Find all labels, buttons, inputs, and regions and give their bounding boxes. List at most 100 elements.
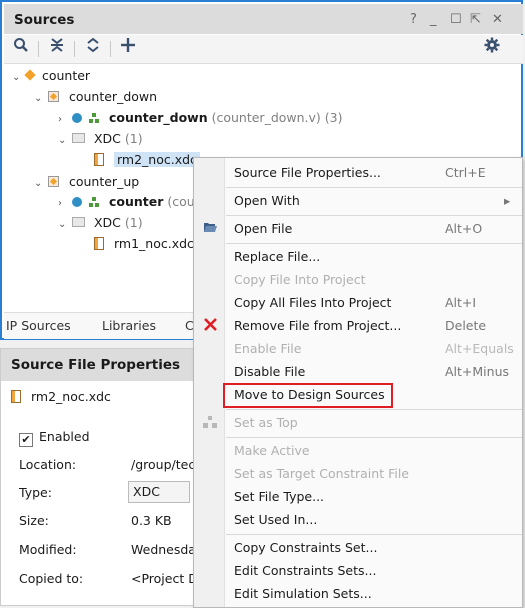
tree-row-xdc-1[interactable]: ⌄ XDC (1) xyxy=(58,129,143,149)
collapse-arrow-icon[interactable]: ⌄ xyxy=(58,131,68,151)
menu-item-source-file-properties[interactable]: Source File Properties... xyxy=(234,162,381,184)
expand-all-icon[interactable] xyxy=(82,37,104,59)
module-file: (counter_down.v) (3) xyxy=(211,110,343,125)
tree-row-counter-up-module[interactable]: › counter (coun xyxy=(58,192,203,212)
collapse-arrow-icon[interactable]: ⌄ xyxy=(58,215,68,235)
menu-shortcut: Alt+Minus xyxy=(445,364,510,379)
folder-icon xyxy=(71,217,85,227)
tree-row-counter[interactable]: ⌄ counter xyxy=(12,66,90,86)
tree-row-rm2-noc[interactable]: rm2_noc.xdc xyxy=(94,150,200,170)
copied-to-label: Copied to: xyxy=(19,571,84,586)
sources-toolbar xyxy=(4,35,523,64)
minimize-icon[interactable]: _ xyxy=(430,12,437,27)
menu-item-make-active: Make Active xyxy=(234,443,310,458)
search-icon[interactable] xyxy=(10,37,32,59)
size-value: 0.3 KB xyxy=(131,513,172,528)
size-label: Size: xyxy=(19,513,49,528)
highlight-box xyxy=(223,383,393,408)
tree-row-counter-down[interactable]: ⌄ counter_down xyxy=(34,87,157,107)
menu-separator xyxy=(226,215,522,216)
tab-libraries[interactable]: Libraries xyxy=(102,318,156,333)
tree-row-counter-up[interactable]: ⌄ counter_up xyxy=(34,172,139,192)
context-menu: Source File Properties... Ctrl+E Open Wi… xyxy=(193,157,523,608)
maximize-icon[interactable]: ☐ xyxy=(450,12,462,27)
config-icon xyxy=(47,91,59,102)
enabled-checkbox[interactable]: ✔ xyxy=(19,433,33,447)
tab-ip-sources[interactable]: IP Sources xyxy=(6,318,71,333)
menu-shortcut: Alt+O xyxy=(445,221,483,236)
design-diamond-icon xyxy=(24,69,36,81)
copied-to-value: <Project D xyxy=(131,571,198,586)
help-icon[interactable]: ? xyxy=(410,12,417,27)
collapse-arrow-icon[interactable]: ⌄ xyxy=(12,68,22,88)
module-dot-icon xyxy=(71,197,82,207)
menu-item-copy-all-files[interactable]: Copy All Files Into Project xyxy=(234,292,391,314)
location-value: /group/tec xyxy=(131,457,196,472)
expand-arrow-icon[interactable]: › xyxy=(58,194,68,214)
tree-row-xdc-2[interactable]: ⌄ XDC (1) xyxy=(58,213,143,233)
properties-file-row: rm2_noc.xdc xyxy=(11,387,111,407)
open-folder-icon xyxy=(203,221,217,236)
remove-x-icon xyxy=(204,318,217,334)
module-name: counter xyxy=(108,194,164,209)
module-name: counter_down xyxy=(108,110,208,125)
menu-item-set-file-type[interactable]: Set File Type... xyxy=(234,486,324,508)
tree-label: XDC xyxy=(93,215,121,230)
menu-item-remove-file[interactable]: Remove File from Project... xyxy=(234,315,401,337)
menu-item-copy-constraints-set[interactable]: Copy Constraints Set... xyxy=(234,537,377,559)
menu-item-open-file[interactable]: Open File xyxy=(234,218,292,240)
menu-item-edit-constraints-sets[interactable]: Edit Constraints Sets... xyxy=(234,560,376,582)
tree-row-counter-down-module[interactable]: › counter_down (counter_down.v) (3) xyxy=(58,108,342,128)
menu-item-disable-file[interactable]: Disable File xyxy=(234,361,305,383)
menu-shortcut: Ctrl+E xyxy=(445,165,486,180)
gear-icon[interactable] xyxy=(481,37,503,59)
menu-item-edit-simulation-sets[interactable]: Edit Simulation Sets... xyxy=(234,583,372,605)
menu-shortcut: Delete xyxy=(445,318,487,333)
toolbar-separator xyxy=(110,41,111,57)
xdc-file-icon xyxy=(11,390,21,403)
hierarchy-icon xyxy=(88,197,99,207)
menu-separator xyxy=(226,243,522,244)
type-field[interactable]: XDC xyxy=(128,481,190,503)
tree-row-rm1-noc[interactable]: rm1_noc.xdc xyxy=(94,234,194,254)
properties-file-name: rm2_noc.xdc xyxy=(30,389,111,404)
menu-shortcut: Alt+I xyxy=(445,295,477,310)
tree-label: XDC xyxy=(93,131,121,146)
collapse-all-icon[interactable] xyxy=(46,37,68,59)
tree-label-selected: rm2_noc.xdc xyxy=(113,152,200,167)
xdc-file-icon xyxy=(94,237,104,250)
tree-label: rm1_noc.xdc xyxy=(113,236,194,251)
collapse-arrow-icon[interactable]: ⌄ xyxy=(34,174,44,194)
location-label: Location: xyxy=(19,457,77,472)
expand-arrow-icon[interactable]: › xyxy=(58,110,68,130)
enabled-checkbox-row[interactable]: ✔ Enabled xyxy=(19,427,90,447)
tree-count: (1) xyxy=(124,215,143,230)
type-label: Type: xyxy=(19,485,52,500)
float-icon[interactable]: ⇱ xyxy=(470,12,481,27)
menu-separator xyxy=(226,534,522,535)
menu-separator xyxy=(226,437,522,438)
menu-item-enable-file: Enable File xyxy=(234,341,302,356)
tree-label: counter_up xyxy=(68,174,140,189)
menu-item-set-as-top: Set as Top xyxy=(234,415,298,430)
submenu-arrow-icon: ▸ xyxy=(504,193,511,208)
modified-label: Modified: xyxy=(19,542,77,557)
menu-item-set-used-in[interactable]: Set Used In... xyxy=(234,509,317,531)
tree-label: counter xyxy=(41,68,91,83)
tree-label: counter_down xyxy=(68,89,158,104)
modified-value: Wednesda xyxy=(131,542,196,557)
collapse-arrow-icon[interactable]: ⌄ xyxy=(34,89,44,109)
close-icon[interactable]: ✕ xyxy=(492,12,503,27)
menu-separator xyxy=(226,409,522,410)
module-dot-icon xyxy=(71,113,82,123)
hierarchy-icon xyxy=(88,113,99,123)
properties-title: Source File Properties xyxy=(11,357,181,373)
menu-shortcut: Alt+Equals xyxy=(445,341,514,356)
menu-item-replace-file[interactable]: Replace File... xyxy=(234,246,320,268)
add-icon[interactable] xyxy=(117,37,139,59)
toolbar-separator xyxy=(38,41,39,57)
sources-header: Sources ? _ ☐ ⇱ ✕ xyxy=(4,4,523,34)
menu-item-open-with[interactable]: Open With xyxy=(234,190,300,212)
hierarchy-top-icon xyxy=(203,416,217,431)
config-icon xyxy=(47,176,59,187)
